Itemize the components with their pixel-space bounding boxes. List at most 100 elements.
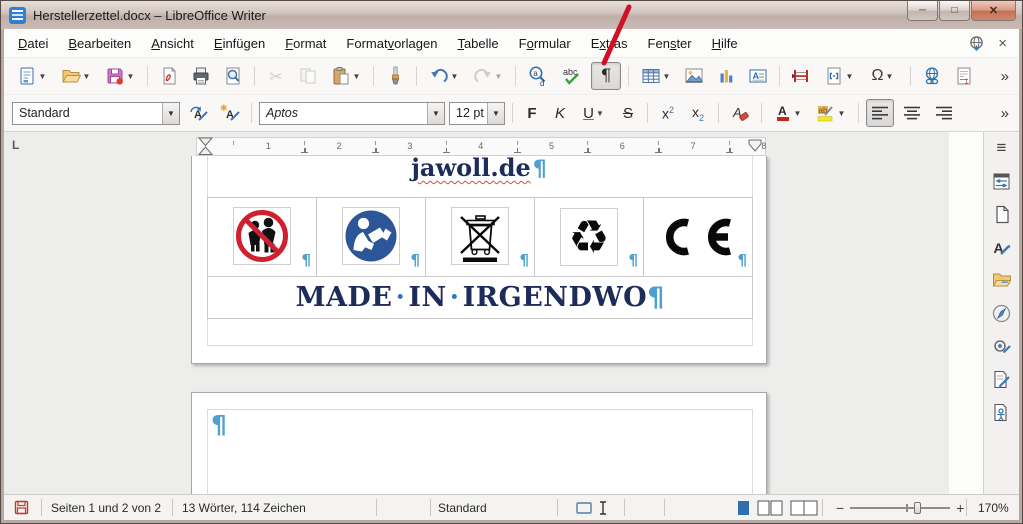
menu-format[interactable]: Format bbox=[275, 32, 336, 55]
page-style-status[interactable]: Standard bbox=[438, 495, 487, 520]
open-dropdown[interactable]: ▼ bbox=[82, 72, 92, 81]
insert-image-button[interactable] bbox=[680, 62, 708, 90]
clear-formatting-button[interactable]: A bbox=[726, 99, 754, 127]
page-2[interactable]: ¶ bbox=[191, 392, 767, 494]
navigator-icon[interactable] bbox=[990, 303, 1014, 323]
superscript-button[interactable]: x2 bbox=[655, 99, 681, 127]
tab-stop-selector[interactable]: L bbox=[12, 138, 19, 152]
find-replace-button[interactable]: ad bbox=[523, 62, 553, 90]
paragraph-style-combobox[interactable]: Standard ▼ bbox=[12, 102, 180, 125]
properties-icon[interactable] bbox=[990, 171, 1014, 191]
zoom-level-status[interactable]: 170% bbox=[978, 495, 1009, 520]
table-cell-read-instructions[interactable]: ¶ bbox=[317, 198, 426, 277]
clone-formatting-button[interactable] bbox=[381, 62, 409, 90]
page-icon[interactable] bbox=[990, 204, 1014, 224]
formatting-marks-button[interactable]: ¶ bbox=[591, 62, 621, 90]
paste-dropdown[interactable]: ▼ bbox=[352, 72, 362, 81]
redo-dropdown[interactable]: ▼ bbox=[494, 72, 504, 81]
document-workspace[interactable]: L 12345678 jawoll.de¶ bbox=[4, 132, 949, 494]
paste-button[interactable]: ▼ bbox=[326, 62, 366, 90]
close-button[interactable]: ✕ bbox=[971, 1, 1016, 21]
save-button[interactable]: ▼ bbox=[100, 62, 140, 90]
redo-button[interactable]: ▼ bbox=[468, 62, 508, 90]
print-button[interactable] bbox=[187, 62, 215, 90]
cut-button[interactable]: ✂ bbox=[262, 62, 290, 90]
subscript-button[interactable]: x2 bbox=[685, 99, 711, 127]
spelling-button[interactable]: abc bbox=[557, 62, 587, 90]
insert-footnote-button[interactable]: 1 bbox=[950, 62, 978, 90]
insert-special-character-button[interactable]: Ω ▼ bbox=[863, 62, 903, 90]
document-modified-icon[interactable] bbox=[14, 495, 29, 520]
align-center-button[interactable] bbox=[898, 99, 926, 127]
export-pdf-button[interactable] bbox=[155, 62, 183, 90]
style-inspector-icon[interactable] bbox=[990, 336, 1014, 356]
menu-extras[interactable]: Extras bbox=[581, 32, 638, 55]
zoom-slider[interactable] bbox=[850, 507, 950, 509]
font-size-combobox[interactable]: 12 pt ▼ bbox=[449, 102, 505, 125]
menu-ansicht[interactable]: Ansicht bbox=[141, 32, 204, 55]
menu-formatvorlagen[interactable]: Formatvorlagen bbox=[336, 32, 447, 55]
menu-formular[interactable]: Formular bbox=[509, 32, 581, 55]
right-indent-marker[interactable] bbox=[748, 139, 763, 153]
page-count-status[interactable]: Seiten 1 und 2 von 2 bbox=[51, 495, 161, 520]
print-preview-button[interactable] bbox=[219, 62, 247, 90]
underline-dropdown[interactable]: ▼ bbox=[595, 109, 605, 118]
minimize-button[interactable]: ─ bbox=[907, 1, 938, 21]
font-name-combobox[interactable]: Aptos ▼ bbox=[259, 102, 445, 125]
selection-mode-icon[interactable] bbox=[576, 495, 610, 520]
open-button[interactable]: ▼ bbox=[56, 62, 96, 90]
font-size-dropdown[interactable]: ▼ bbox=[487, 103, 504, 124]
title-bar[interactable]: Herstellerzettel.docx – LibreOffice Writ… bbox=[1, 1, 1022, 29]
page-1[interactable]: jawoll.de¶ ¶ bbox=[191, 156, 767, 364]
insert-textbox-button[interactable]: A bbox=[744, 62, 772, 90]
highlight-color-dropdown[interactable]: ▼ bbox=[837, 109, 847, 118]
insert-chart-button[interactable] bbox=[712, 62, 740, 90]
menu-fenster[interactable]: Fenster bbox=[638, 32, 702, 55]
paragraph-style-dropdown[interactable]: ▼ bbox=[162, 103, 179, 124]
font-color-button[interactable]: A ▼ bbox=[769, 99, 807, 127]
update-style-button[interactable]: A bbox=[184, 99, 212, 127]
font-color-dropdown[interactable]: ▼ bbox=[793, 109, 803, 118]
insert-field-button[interactable]: ▼ bbox=[819, 62, 859, 90]
book-view-icon[interactable] bbox=[790, 500, 818, 516]
insert-hyperlink-button[interactable] bbox=[918, 62, 946, 90]
multi-page-view-icon[interactable] bbox=[757, 500, 783, 516]
heading-paragraph[interactable]: jawoll.de¶ bbox=[192, 153, 766, 185]
new-style-button[interactable]: ✱A bbox=[216, 99, 244, 127]
icon-table[interactable]: ¶ ¶ ¶ bbox=[207, 197, 753, 319]
zoom-in-button[interactable]: + bbox=[950, 500, 970, 516]
special-character-dropdown[interactable]: ▼ bbox=[884, 72, 894, 81]
highlight-color-button[interactable]: ab ▼ bbox=[811, 99, 851, 127]
table-cell-ce-mark[interactable]: ¶ bbox=[644, 198, 753, 277]
copy-button[interactable] bbox=[294, 62, 322, 90]
styles-icon[interactable]: A bbox=[990, 237, 1014, 257]
toolbar-overflow-button[interactable]: » bbox=[1001, 105, 1009, 122]
table-cell-recycling[interactable]: ♻ ¶ bbox=[535, 198, 644, 277]
insert-page-break-button[interactable] bbox=[787, 62, 815, 90]
accessibility-check-icon[interactable] bbox=[990, 402, 1014, 422]
language-status-icon[interactable] bbox=[964, 33, 988, 53]
menu-tabelle[interactable]: Tabelle bbox=[447, 32, 508, 55]
gallery-icon[interactable] bbox=[990, 270, 1014, 290]
insert-table-button[interactable]: ▼ bbox=[636, 62, 676, 90]
table-cell-no-children[interactable]: ¶ bbox=[208, 198, 317, 277]
undo-dropdown[interactable]: ▼ bbox=[450, 72, 460, 81]
table-cell-weee-bin[interactable]: ¶ bbox=[426, 198, 535, 277]
save-dropdown[interactable]: ▼ bbox=[126, 72, 136, 81]
manage-changes-icon[interactable] bbox=[990, 369, 1014, 389]
font-name-dropdown[interactable]: ▼ bbox=[427, 103, 444, 124]
underline-button[interactable]: U▼ bbox=[576, 99, 612, 127]
word-count-status[interactable]: 13 Wörter, 114 Zeichen bbox=[182, 495, 306, 520]
undo-button[interactable]: ▼ bbox=[424, 62, 464, 90]
menu-hilfe[interactable]: Hilfe bbox=[702, 32, 748, 55]
new-document-button[interactable]: ▼ bbox=[12, 62, 52, 90]
made-in-text[interactable]: MADE·IN·IRGENDWO bbox=[296, 282, 648, 313]
italic-button[interactable]: K bbox=[548, 99, 572, 127]
insert-table-dropdown[interactable]: ▼ bbox=[662, 72, 672, 81]
sidebar-settings-menu-icon[interactable]: ≡ bbox=[990, 138, 1014, 158]
insert-field-dropdown[interactable]: ▼ bbox=[845, 72, 855, 81]
align-right-button[interactable] bbox=[930, 99, 958, 127]
menu-datei[interactable]: Datei bbox=[8, 32, 58, 55]
menu-einfügen[interactable]: Einfügen bbox=[204, 32, 275, 55]
new-document-dropdown[interactable]: ▼ bbox=[38, 72, 48, 81]
